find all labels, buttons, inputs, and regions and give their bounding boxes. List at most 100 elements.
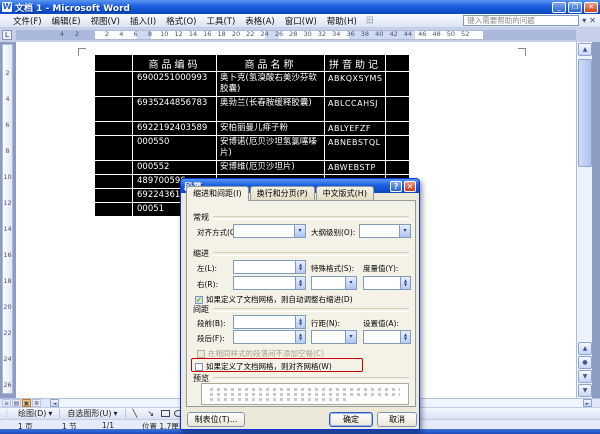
special-format-combobox[interactable]: ▾ [311, 276, 357, 290]
cell-pinyin[interactable]: ABKQXSYMS [325, 72, 385, 96]
spinner-arrows-icon[interactable]: ▲ ▼ [400, 331, 410, 343]
draw-menu-button[interactable]: 绘图(D) ▾ [15, 408, 55, 419]
menu-item-6[interactable]: 表格(A) [240, 15, 279, 27]
table-row[interactable]: 000550 安博诺(厄贝沙坦氢氯噻嗪片) ABNEBSTQL [95, 136, 409, 160]
cell-pinyin[interactable]: ABLCCAHSJ [325, 97, 385, 121]
view-button-2[interactable]: ▣ [22, 399, 31, 407]
menu-item-7[interactable]: 窗口(W) [280, 15, 322, 27]
menu-item-2[interactable]: 视图(V) [86, 15, 125, 27]
chevron-down-icon[interactable]: ▾ [345, 277, 356, 289]
cell-pinyin[interactable]: ABLYEFZF [325, 122, 385, 135]
menu-item-8[interactable]: 帮助(H) [322, 15, 362, 27]
indent-left-spinner[interactable]: ▲ ▼ [233, 260, 306, 274]
cell-pinyin[interactable]: ABWEBSTP [325, 161, 385, 174]
minimize-button[interactable]: _ [552, 1, 566, 13]
alignment-combobox[interactable]: ▾ [233, 224, 306, 238]
at-spinner[interactable]: ▲ ▼ [363, 330, 411, 344]
help-search-input[interactable]: 键入需要帮助的问题 [463, 15, 580, 26]
close-icon[interactable]: ✕ [589, 16, 596, 26]
menu-item-4[interactable]: 格式(O) [161, 15, 201, 27]
row-end-cell[interactable] [386, 97, 409, 121]
spinner-arrows-icon[interactable]: ▲ ▼ [400, 277, 410, 289]
cell-code[interactable]: 6922192403589 [133, 122, 216, 135]
row-select-cell[interactable] [95, 97, 132, 121]
menu-item-0[interactable]: 文件(F) [8, 15, 47, 27]
chevron-down-icon[interactable]: ▾ [294, 225, 305, 237]
spinner-arrows-icon[interactable]: ▲ ▼ [295, 277, 305, 289]
row-select-cell[interactable] [95, 161, 132, 174]
cell-name[interactable]: 安博诺(厄贝沙坦氢氯噻嗪片) [217, 136, 324, 160]
outline-level-combobox[interactable]: ▾ [359, 224, 411, 238]
view-button-3[interactable]: ≣ [32, 399, 41, 407]
line-spacing-combobox[interactable]: ▾ [311, 330, 357, 344]
row-select-cell[interactable] [95, 175, 132, 188]
row-select-cell[interactable] [95, 122, 132, 135]
table-row[interactable]: 6922192403589 安柏丽曼儿痱子粉 ABLYEFZF [95, 122, 409, 135]
cell-pinyin[interactable]: ABNEBSTQL [325, 136, 385, 160]
spinner-arrows-icon[interactable]: ▲ ▼ [295, 331, 305, 343]
scroll-left-icon[interactable]: ◄ [50, 399, 59, 407]
tab-2[interactable]: 中文版式(H) [315, 186, 374, 200]
cell-code[interactable]: 6935244856783 [133, 97, 216, 121]
row-select-cell[interactable] [95, 136, 132, 160]
horizontal-ruler[interactable]: L 4 2 2 4 6 8 10 12 14 16 18 20 22 24 26 28 30 32 34 36 38 40… [0, 28, 600, 42]
tabs-button[interactable]: 制表位(T)... [187, 412, 245, 427]
cell-name[interactable]: 安博维(厄贝沙坦片) [217, 161, 324, 174]
row-end-cell[interactable] [386, 122, 409, 135]
chevron-down-icon[interactable]: ▾ [582, 16, 586, 26]
vertical-ruler[interactable]: 2 4 6 8 10 12 14 16 18 20 22 24 26 [2, 44, 13, 394]
table-row[interactable]: 6900251000993 奥卜克(氢溴酸右美沙芬软胶囊) ABKQXSYMS [95, 72, 409, 96]
browse-next-icon[interactable]: ▼ [578, 370, 592, 383]
chevron-down-icon[interactable]: ▾ [399, 225, 410, 237]
cell-code[interactable]: 000550 [133, 136, 216, 160]
rectangle-tool-icon[interactable] [161, 410, 171, 417]
snap-to-grid-checkbox[interactable]: 如果定义了文档网格，则对齐网格(W) [195, 361, 332, 372]
space-before-spinner[interactable]: ▲ ▼ [233, 315, 306, 329]
table-row[interactable]: 6935244856783 奥勃兰(长春胺缓释胶囊) ABLCCAHSJ [95, 97, 409, 121]
tab-selector[interactable]: L [2, 30, 12, 40]
indent-right-spinner[interactable]: ▲ ▼ [233, 276, 306, 290]
cell-name[interactable]: 奥勃兰(长春胺缓释胶囊) [217, 97, 324, 121]
row-select-cell[interactable] [95, 189, 132, 202]
menu-item-5[interactable]: 工具(T) [201, 15, 240, 27]
menu-item-1[interactable]: 编辑(E) [47, 15, 86, 27]
tab-1[interactable]: 换行和分页(P) [249, 186, 315, 200]
cell-name[interactable]: 奥卜克(氢溴酸右美沙芬软胶囊) [217, 72, 324, 96]
chevron-down-icon[interactable]: ▾ [345, 331, 356, 343]
menu-item-3[interactable]: 插入(I) [125, 15, 161, 27]
spinner-arrows-icon[interactable]: ▲ ▼ [295, 261, 305, 273]
row-select-cell[interactable] [95, 203, 132, 216]
by-spinner[interactable]: ▲ ▼ [363, 276, 411, 290]
maximize-button[interactable]: ❐ [568, 1, 582, 13]
row-select-cell[interactable] [95, 72, 132, 96]
row-end-cell[interactable] [386, 72, 409, 96]
table-row[interactable]: 000552 安博维(厄贝沙坦片) ABWEBSTP [95, 161, 409, 174]
space-after-spinner[interactable]: ▲ ▼ [233, 330, 306, 344]
scroll-thumb[interactable] [578, 59, 592, 167]
cell-code[interactable]: 6900251000993 [133, 72, 216, 96]
row-end-cell[interactable] [386, 136, 409, 160]
view-button-1[interactable]: ▤ [12, 399, 21, 407]
scroll-down-icon[interactable]: ▼ [578, 384, 592, 397]
browse-select-icon[interactable]: ● [578, 356, 592, 369]
arrow-tool-icon[interactable]: ↘ [144, 409, 157, 418]
scroll-right-icon[interactable]: ► [583, 399, 592, 407]
close-button[interactable]: ✕ [584, 1, 598, 13]
cell-name[interactable]: 安柏丽曼儿痱子粉 [217, 122, 324, 135]
scroll-up-icon[interactable]: ▲ [578, 43, 592, 56]
view-button-0[interactable]: ≡ [2, 399, 11, 407]
autoshapes-button[interactable]: 自选图形(U) ▾ [64, 408, 120, 419]
spinner-arrows-icon[interactable]: ▲ ▼ [295, 316, 305, 328]
checkbox-checked-icon[interactable]: ✓ [195, 295, 203, 304]
row-end-cell[interactable] [386, 161, 409, 174]
tab-0[interactable]: 缩进和间距(I) [186, 186, 249, 201]
cell-code[interactable]: 000552 [133, 161, 216, 174]
dialog-help-icon[interactable]: ? [390, 180, 402, 192]
checkbox-unchecked-icon[interactable] [195, 362, 203, 371]
line-tool-icon[interactable]: ╲ [130, 409, 141, 418]
cancel-button[interactable]: 取消 [377, 412, 417, 427]
dialog-close-icon[interactable]: ✕ [404, 180, 416, 192]
vertical-scrollbar[interactable]: ▲ ▲ ● ▼ ▼ [576, 42, 592, 398]
toolbar-grip[interactable]: ⋮ [3, 409, 11, 418]
browse-prev-icon[interactable]: ▲ [578, 342, 592, 355]
